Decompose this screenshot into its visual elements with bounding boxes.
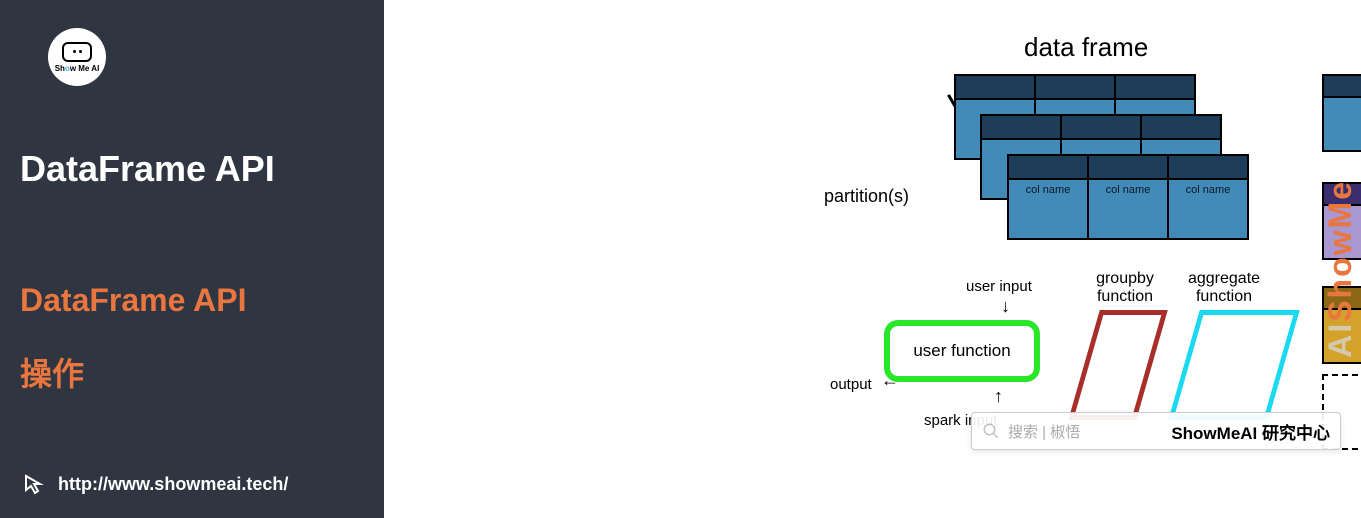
row-original: original: [1322, 74, 1361, 152]
search-icon: [982, 422, 1000, 440]
watermark: AIShowMe: [1322, 180, 1359, 358]
subtitle-1: DataFrame API: [20, 282, 362, 319]
aggregate-label: aggregate function: [1184, 270, 1264, 305]
dataframe-title: data frame: [1024, 32, 1148, 63]
subtitle-2: 操作: [20, 349, 362, 395]
dataframe-partition-3: col namecol namecol name: [1007, 154, 1249, 240]
url-row: http://www.showmeai.tech/: [22, 472, 288, 496]
diagram-area: data frame row partition(s) col namecol …: [382, 0, 1361, 518]
url-text: http://www.showmeai.tech/: [58, 474, 288, 495]
search-overlay[interactable]: 搜索 | 椒悟 ShowMeAI 研究中心: [971, 412, 1341, 450]
user-function-box: user function: [884, 320, 1040, 382]
page-title: DataFrame API: [20, 148, 362, 190]
aggregate-shape: [1168, 310, 1300, 420]
search-brand: ShowMeAI 研究中心: [1171, 419, 1330, 444]
arrow-down-icon: ↓: [1001, 296, 1010, 317]
logo-badge: Show Me AI: [48, 28, 106, 86]
groupby-label: groupby function: [1090, 270, 1160, 305]
arrow-up-icon: ↑: [994, 386, 1003, 407]
sidebar: Show Me AI DataFrame API DataFrame API 操…: [0, 0, 382, 518]
groupby-shape: [1068, 310, 1168, 420]
robot-face-icon: [62, 42, 92, 62]
partitions-label: partition(s): [824, 186, 909, 207]
search-placeholder: 搜索 | 椒悟: [1008, 421, 1080, 442]
logo-text: Show Me AI: [55, 64, 100, 73]
cursor-icon: [22, 472, 46, 496]
output-label: output: [830, 376, 872, 393]
user-input-label: user input: [966, 278, 1032, 295]
arrow-left-icon: ←: [881, 370, 899, 391]
